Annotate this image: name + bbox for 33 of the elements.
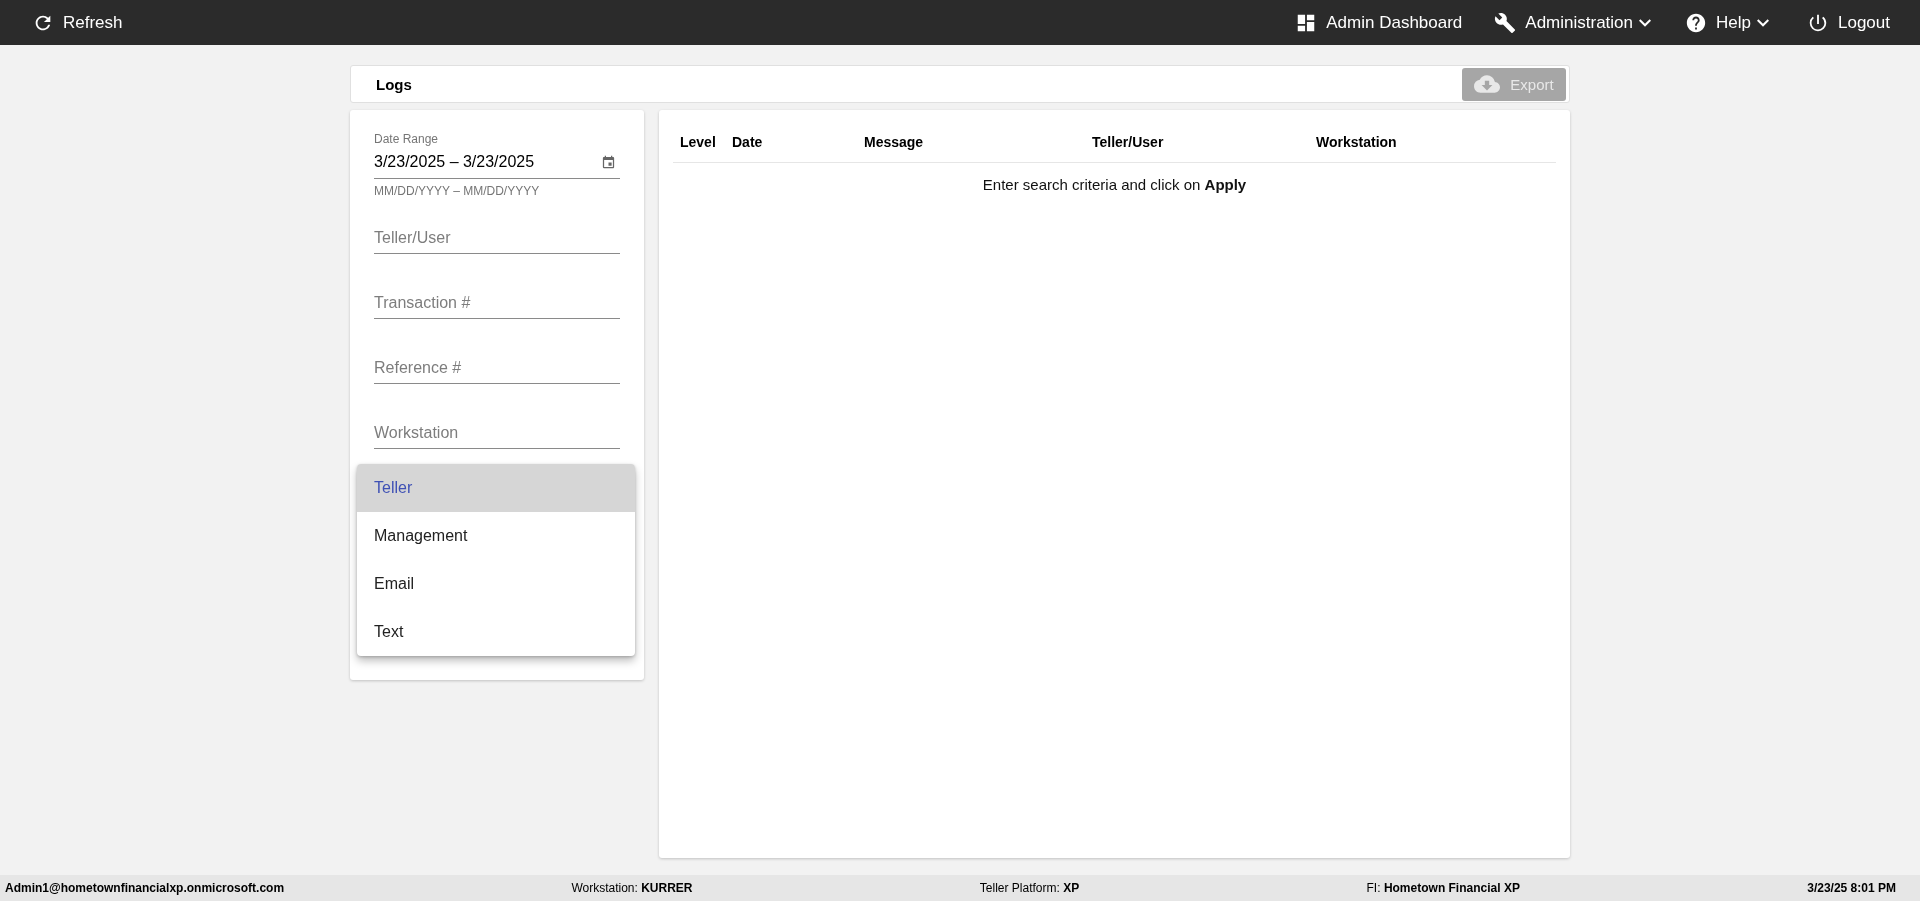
column-header: Level (679, 134, 717, 150)
help-icon (1685, 11, 1708, 34)
wrench-icon (1494, 11, 1517, 34)
menu-item[interactable]: Management (357, 512, 635, 560)
chevron-icon (1639, 18, 1652, 27)
calendar-icon[interactable] (601, 154, 616, 170)
menu-item[interactable]: Teller (357, 464, 635, 512)
nav-link[interactable]: Admin Dashboard (1295, 11, 1463, 34)
column-header: Date (731, 134, 764, 150)
column-header: Teller/User (1091, 134, 1165, 150)
field-label: Date Range (374, 132, 440, 146)
status-text: Teller Platform: XP (979, 881, 1080, 895)
text-field[interactable]: Workstation (374, 417, 620, 449)
menu-item[interactable]: Email (357, 560, 635, 608)
menu-item[interactable]: Text (357, 608, 635, 656)
status-text: FI: Hometown Financial XP (1366, 881, 1520, 895)
nav-link[interactable]: Help (1685, 11, 1769, 34)
text-field[interactable]: Reference # (374, 352, 620, 384)
column-header: Workstation (1315, 134, 1398, 150)
empty-message: Enter search criteria and click on Apply (981, 176, 1248, 193)
nav-link[interactable]: Logout (1807, 11, 1890, 34)
status-text: Admin1@hometownfinancialxp.onmicrosoft.com (5, 881, 285, 895)
text-field[interactable]: Transaction # (374, 287, 620, 319)
refresh-button[interactable]: Refresh (32, 11, 123, 34)
nav-link[interactable]: Administration (1494, 11, 1652, 34)
status-text: Workstation: KURRER (571, 881, 693, 895)
helper-text: MM/DD/YYYY – MM/DD/YYYY (374, 184, 541, 198)
date-range-field[interactable]: 3/23/2025 – 3/23/2025 (374, 146, 620, 179)
status-text: 3/23/25 8:01 PM (1807, 881, 1896, 895)
column-header: Message (863, 134, 925, 150)
text-field[interactable]: Teller/User (374, 222, 620, 254)
chevron-icon (1757, 18, 1769, 27)
page-title: Logs (376, 75, 412, 93)
